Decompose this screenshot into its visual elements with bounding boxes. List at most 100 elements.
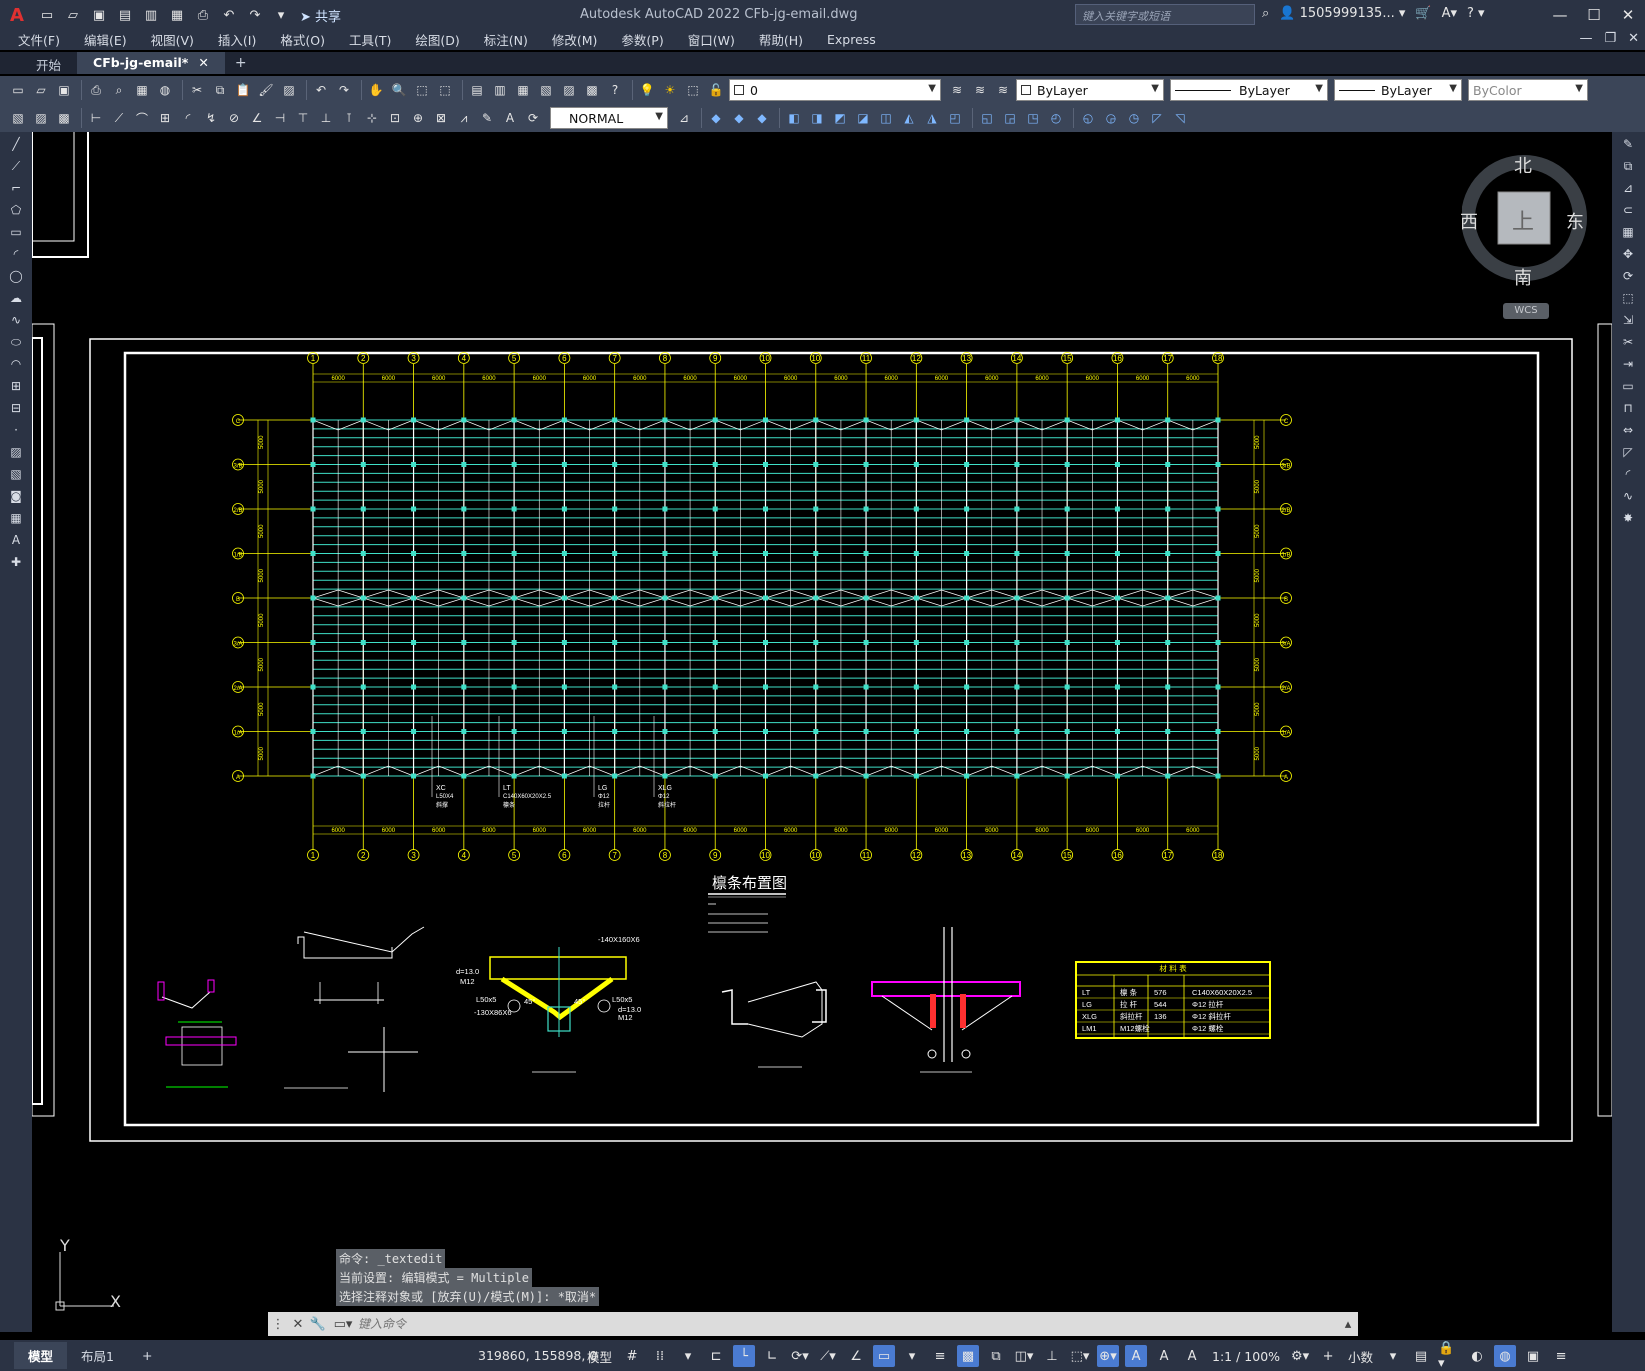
hatch-icon[interactable]: ▧ [8,108,28,128]
doc-minimize-icon[interactable]: — [1579,31,1592,46]
properties-icon[interactable]: ▤ [467,80,487,100]
export-icon[interactable]: ▥ [140,4,162,26]
extrude-edges-icon[interactable]: ◶ [1101,108,1121,128]
autodesk-app-icon[interactable]: A▾ [1442,6,1457,21]
copy-object-icon[interactable]: ⧉ [1616,156,1640,176]
ellipse-arc-icon[interactable]: ◠ [4,354,28,374]
model-space-toggle[interactable]: 模型 [584,1347,615,1366]
match-properties-icon[interactable]: 🖌 [256,80,276,100]
coordinates-readout[interactable]: 319860, 155898, 0 [478,1348,597,1363]
snap-icon[interactable]: ⁞⁞ [649,1345,671,1367]
transparency-icon[interactable]: ▩ [957,1345,980,1367]
tab-model[interactable]: 模型 [14,1342,68,1369]
extend-icon[interactable]: ⇥ [1616,354,1640,374]
layer-previous-icon[interactable]: ≋ [970,80,990,100]
menu-view[interactable]: 视图(V) [151,30,194,49]
ordinate-dim-icon[interactable]: ⊞ [155,108,175,128]
zoom-window-icon[interactable]: ⬚ [412,80,432,100]
copy-faces-icon[interactable]: ◮ [922,108,942,128]
menu-parametric[interactable]: 参数(P) [621,30,663,49]
plot-preview-icon[interactable]: ⌕ [109,80,129,100]
menu-format[interactable]: 格式(O) [280,30,325,49]
close-icon[interactable]: ✕ [288,1317,308,1332]
add-layout-button[interactable]: + [128,1344,166,1367]
baseline-dim-icon[interactable]: ⊤ [293,108,313,128]
polygon-icon[interactable]: ⬠ [4,200,28,220]
help-icon[interactable]: ? ▾ [1467,6,1485,21]
compass-west[interactable]: 西 [1460,208,1478,234]
undo-icon[interactable]: ↶ [311,80,331,100]
rectangle-icon[interactable]: ▭ [4,222,28,242]
clean-screen-icon[interactable]: ▣ [1522,1345,1544,1367]
menu-file[interactable]: 文件(F) [18,30,60,49]
taper-faces-icon[interactable]: ◭ [899,108,919,128]
rotate-faces-icon[interactable]: ◫ [876,108,896,128]
lineweight-dropdown[interactable]: ByLayer ▼ [1334,79,1462,101]
pan-icon[interactable]: ✋ [366,80,386,100]
sheet-set-icon[interactable]: ▧ [536,80,556,100]
solid-history-icon[interactable]: ◹ [1170,108,1190,128]
tool-palettes-icon[interactable]: ▦ [513,80,533,100]
menu-tools[interactable]: 工具(T) [349,30,391,49]
save-as-icon[interactable]: ▤ [114,4,136,26]
compass-east[interactable]: 东 [1566,208,1584,234]
move-faces-icon[interactable]: ◨ [807,108,827,128]
object-snap-menu-icon[interactable]: ▾ [901,1345,923,1367]
polar-tracking-icon[interactable]: ⟳▾ [789,1345,811,1367]
dim-update-icon[interactable]: ⟳ [523,108,543,128]
markup-icon[interactable]: ▨ [559,80,579,100]
auto-scale-icon[interactable]: A [1153,1345,1175,1367]
viewcube[interactable]: 北 南 东 西 上 [1460,150,1590,290]
gradient-icon[interactable]: ▨ [31,108,51,128]
tab-layout1[interactable]: 布局1 [67,1342,128,1369]
add-selected-icon[interactable]: ✚ [4,552,28,572]
web-icon[interactable]: ◍ [155,80,175,100]
polyline-icon[interactable]: ⌐ [4,178,28,198]
save-icon[interactable]: ▣ [54,80,74,100]
dimstyle-dropdown[interactable]: NORMAL ▼ [550,107,668,129]
hatch-icon[interactable]: ▨ [4,442,28,462]
separate-icon[interactable]: ◳ [1023,108,1043,128]
dimstyle-manager-icon[interactable]: ⊿ [674,108,694,128]
explode-icon[interactable]: ✸ [1616,508,1640,528]
layer-on-icon[interactable]: 💡 [637,80,657,100]
arc-icon[interactable]: ◜ [4,244,28,264]
aligned-dim-icon[interactable]: ⟋ [109,108,129,128]
new-file-icon[interactable]: ▭ [36,4,58,26]
radius-dim-icon[interactable]: ◜ [178,108,198,128]
dim-edit-icon[interactable]: ✎ [477,108,497,128]
tab-drawing[interactable]: CFb-jg-email* ✕ [77,52,225,74]
circle-icon[interactable]: ◯ [4,266,28,286]
menu-express[interactable]: Express [827,32,876,47]
dynamic-ucs-icon[interactable]: ⊥ [1041,1345,1063,1367]
dim-break-icon[interactable]: ⊹ [362,108,382,128]
continue-dim-icon[interactable]: ⊥ [316,108,336,128]
lock-ui-icon[interactable]: 🔒▾ [1438,1341,1460,1371]
angular-dim-icon[interactable]: ∠ [247,108,267,128]
print-icon[interactable]: ⎙ [192,4,214,26]
menu-help[interactable]: 帮助(H) [759,30,803,49]
wcs-menu[interactable]: WCS [1503,303,1549,319]
spline-icon[interactable]: ∿ [4,310,28,330]
linetype-dropdown[interactable]: ByLayer ▼ [1170,79,1328,101]
rotate-icon[interactable]: ⟳ [1616,266,1640,286]
publish-icon[interactable]: ▦ [166,4,188,26]
annotation-scale-icon[interactable]: A [1181,1345,1203,1367]
shell-icon[interactable]: ◴ [1046,108,1066,128]
color-faces-icon[interactable]: ◰ [945,108,965,128]
multiline-text-icon[interactable]: A [4,530,28,550]
polar-icon[interactable]: ∟ [761,1345,783,1367]
tab-close-icon[interactable]: ✕ [198,55,208,70]
zoom-previous-icon[interactable]: ⬚ [435,80,455,100]
dim-text-edit-icon[interactable]: A [500,108,520,128]
grid-icon[interactable]: # [621,1345,643,1367]
drawing-canvas[interactable]: 1 1 2 2 3 3 4 4 5 5 6 6 7 7 8 8 9 9 10 10 10 10 11 11 12 12 13 13 14… [32,132,1612,1340]
units-selector[interactable]: 小数 [1345,1347,1376,1366]
quick-properties-icon[interactable]: ▤ [1410,1345,1432,1367]
gradient-icon[interactable]: ▧ [4,464,28,484]
selection-cycling-icon[interactable]: ⧉ [985,1345,1007,1367]
search-input[interactable]: 键入关键字或短语 [1075,4,1255,25]
mirror-icon[interactable]: ⊿ [1616,178,1640,198]
command-input[interactable] [358,1317,1258,1331]
jogged-linear-icon[interactable]: ⩘ [454,108,474,128]
